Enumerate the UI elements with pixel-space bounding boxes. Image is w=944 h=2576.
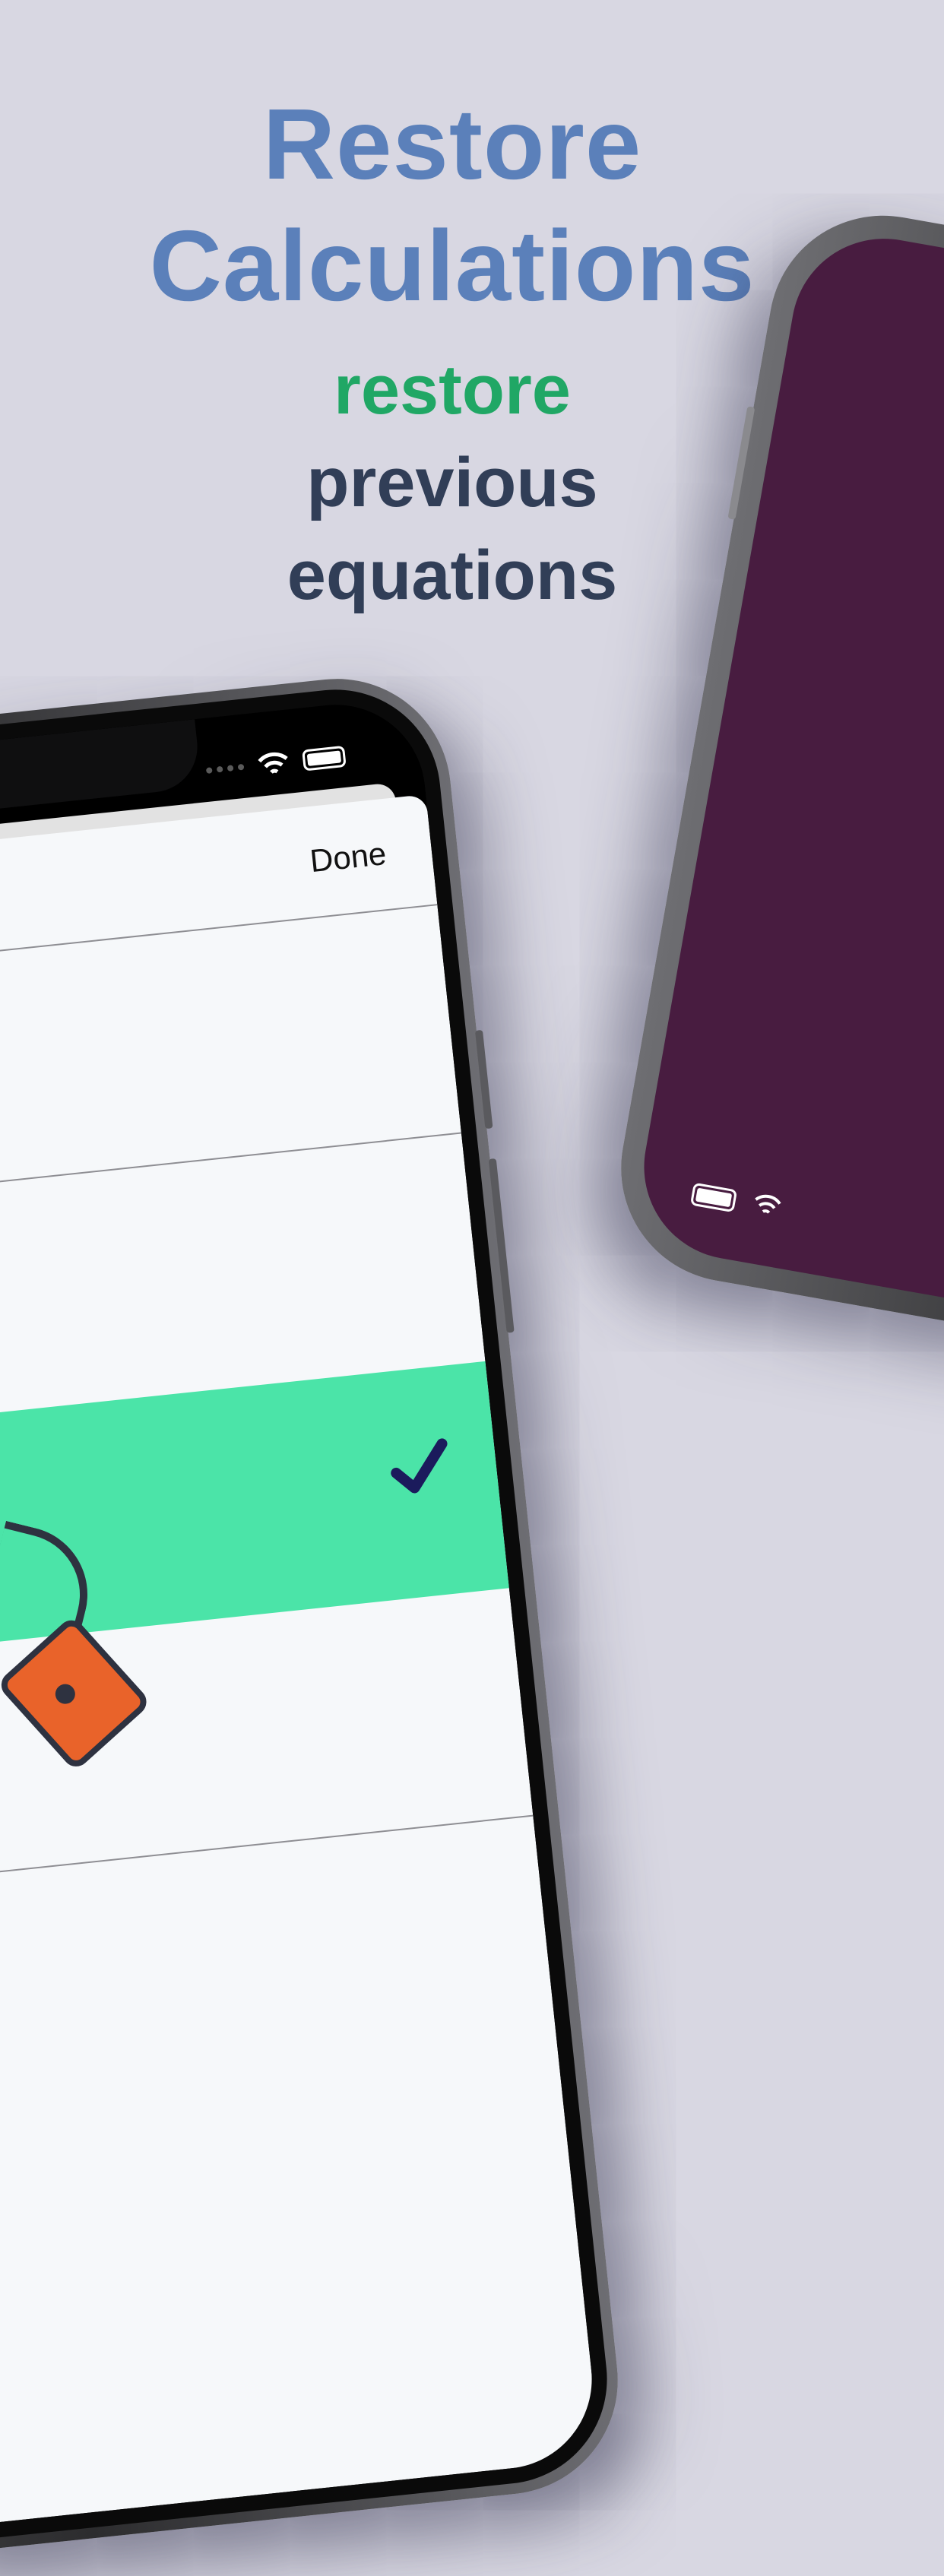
signal-dots-icon <box>205 763 245 774</box>
done-button[interactable]: Done <box>309 835 388 879</box>
status-icons <box>204 743 347 784</box>
main-phone: Done <box>0 667 629 2576</box>
title-line-2: Calculations <box>149 210 756 322</box>
wifi-icon <box>755 1194 781 1214</box>
phone-screen: Done <box>0 695 601 2548</box>
checkmark-icon <box>391 1438 448 1494</box>
title-line-1: Restore <box>262 88 642 200</box>
wifi-icon <box>258 752 288 774</box>
history-row[interactable] <box>0 1817 557 2132</box>
battery-icon <box>689 1182 738 1213</box>
battery-icon <box>302 745 347 772</box>
